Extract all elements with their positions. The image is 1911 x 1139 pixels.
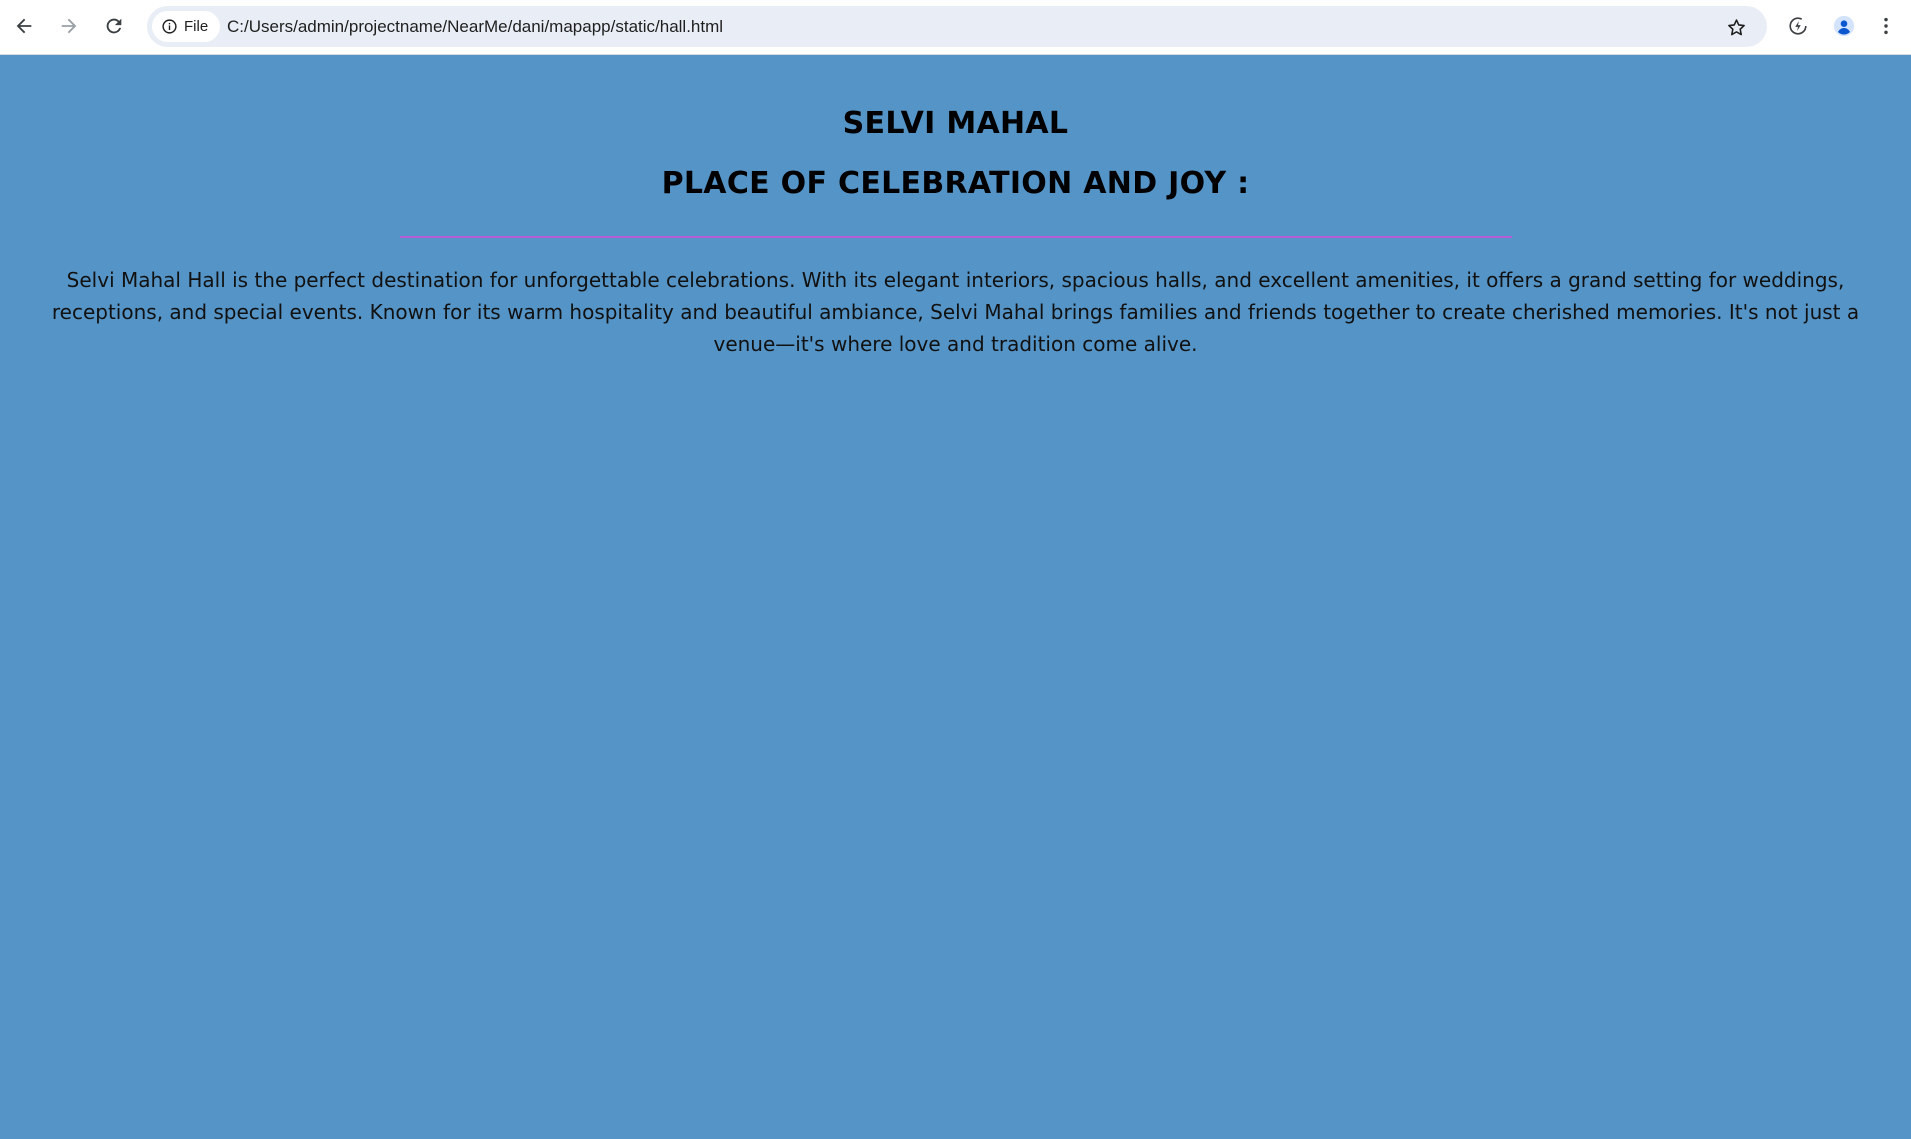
site-info-chip[interactable]: File: [152, 11, 220, 42]
performance-icon: [1789, 17, 1807, 35]
back-button[interactable]: [6, 8, 42, 44]
site-chip-label: File: [184, 18, 209, 35]
bookmark-button[interactable]: [1721, 12, 1751, 42]
hall-description: Selvi Mahal Hall is the perfect destinat…: [51, 268, 1860, 356]
page-subtitle: PLACE OF CELEBRATION AND JOY :: [661, 166, 1250, 201]
page-title: SELVI MAHAL: [842, 106, 1069, 141]
forward-button[interactable]: [51, 8, 87, 44]
arrow-left-icon: [16, 18, 32, 34]
profile-button[interactable]: [1826, 8, 1862, 44]
address-bar[interactable]: File C:/Users/admin/projectname/NearMe/d…: [147, 6, 1767, 47]
performance-button[interactable]: [1780, 8, 1816, 44]
url-text[interactable]: C:/Users/admin/projectname/NearMe/dani/m…: [227, 6, 723, 47]
reload-button[interactable]: [96, 8, 132, 44]
horizontal-divider: [400, 236, 1512, 238]
profile-avatar-icon: [1833, 15, 1855, 37]
page-content: SELVI MAHAL PLACE OF CELEBRATION AND JOY…: [0, 56, 1911, 1139]
browser-toolbar: File C:/Users/admin/projectname/NearMe/d…: [0, 0, 1911, 55]
kebab-menu-icon: [1884, 17, 1888, 35]
browser-menu-button[interactable]: [1868, 8, 1904, 44]
reload-icon: [106, 18, 122, 34]
arrow-right-icon: [61, 18, 77, 34]
info-icon: [162, 19, 177, 34]
star-icon: [1727, 18, 1745, 35]
